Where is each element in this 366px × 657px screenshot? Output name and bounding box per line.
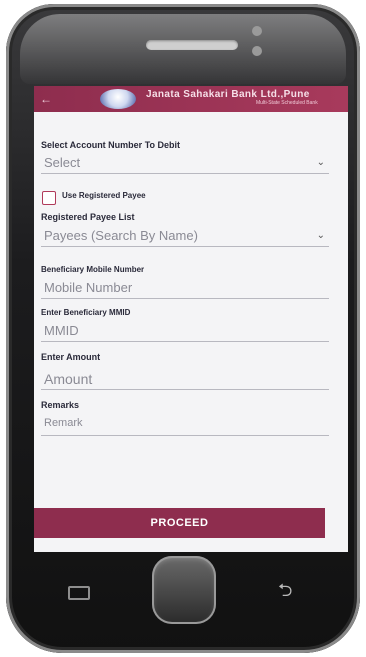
home-button[interactable]: [152, 556, 216, 624]
speaker-grille: [146, 40, 238, 50]
bank-name: Janata Sahakari Bank Ltd.,Pune: [146, 89, 310, 100]
back-return-icon[interactable]: ⮌: [278, 578, 292, 608]
mobile-number-placeholder: Mobile Number: [44, 280, 133, 295]
chevron-down-icon: ⌄: [316, 157, 325, 168]
menu-icon[interactable]: [68, 586, 90, 600]
amount-label: Enter Amount: [41, 352, 101, 362]
amount-field[interactable]: Amount: [41, 371, 329, 390]
sensor-dot: [252, 46, 262, 56]
app-header: ← Janata Sahakari Bank Ltd.,Pune Multi-S…: [34, 86, 348, 112]
remarks-field[interactable]: Remark: [41, 417, 329, 436]
camera-dot: [252, 26, 262, 36]
proceed-button[interactable]: PROCEED: [34, 508, 325, 538]
back-arrow-icon[interactable]: ←: [40, 91, 52, 107]
amount-placeholder: Amount: [44, 371, 93, 387]
use-registered-payee-checkbox[interactable]: [42, 191, 56, 205]
app-screen: ← Janata Sahakari Bank Ltd.,Pune Multi-S…: [34, 86, 348, 552]
account-select[interactable]: Select ⌄: [41, 155, 329, 174]
use-registered-payee-label: Use Registered Payee: [62, 191, 146, 200]
payee-search-placeholder: Payees (Search By Name): [44, 228, 198, 243]
chevron-down-icon: ⌄: [316, 230, 325, 241]
mmid-field[interactable]: MMID: [41, 323, 329, 342]
bank-subtitle: Multi-State Scheduled Bank: [256, 100, 318, 106]
phone-frame: ← Janata Sahakari Bank Ltd.,Pune Multi-S…: [6, 4, 360, 653]
remarks-placeholder: Remark: [44, 417, 83, 429]
mobile-number-field[interactable]: Mobile Number: [41, 280, 329, 299]
payee-list-label: Registered Payee List: [41, 212, 135, 222]
mobile-label: Beneficiary Mobile Number: [41, 265, 145, 274]
payee-search-select[interactable]: Payees (Search By Name) ⌄: [41, 228, 329, 247]
transfer-form: Select Account Number To Debit Select ⌄ …: [34, 112, 348, 532]
mmid-placeholder: MMID: [44, 323, 79, 338]
mmid-label: Enter Beneficiary MMID: [41, 308, 131, 317]
remarks-label: Remarks: [41, 400, 80, 410]
account-label: Select Account Number To Debit: [41, 140, 181, 150]
bank-logo-icon: [100, 89, 136, 109]
account-select-value: Select: [44, 155, 81, 170]
